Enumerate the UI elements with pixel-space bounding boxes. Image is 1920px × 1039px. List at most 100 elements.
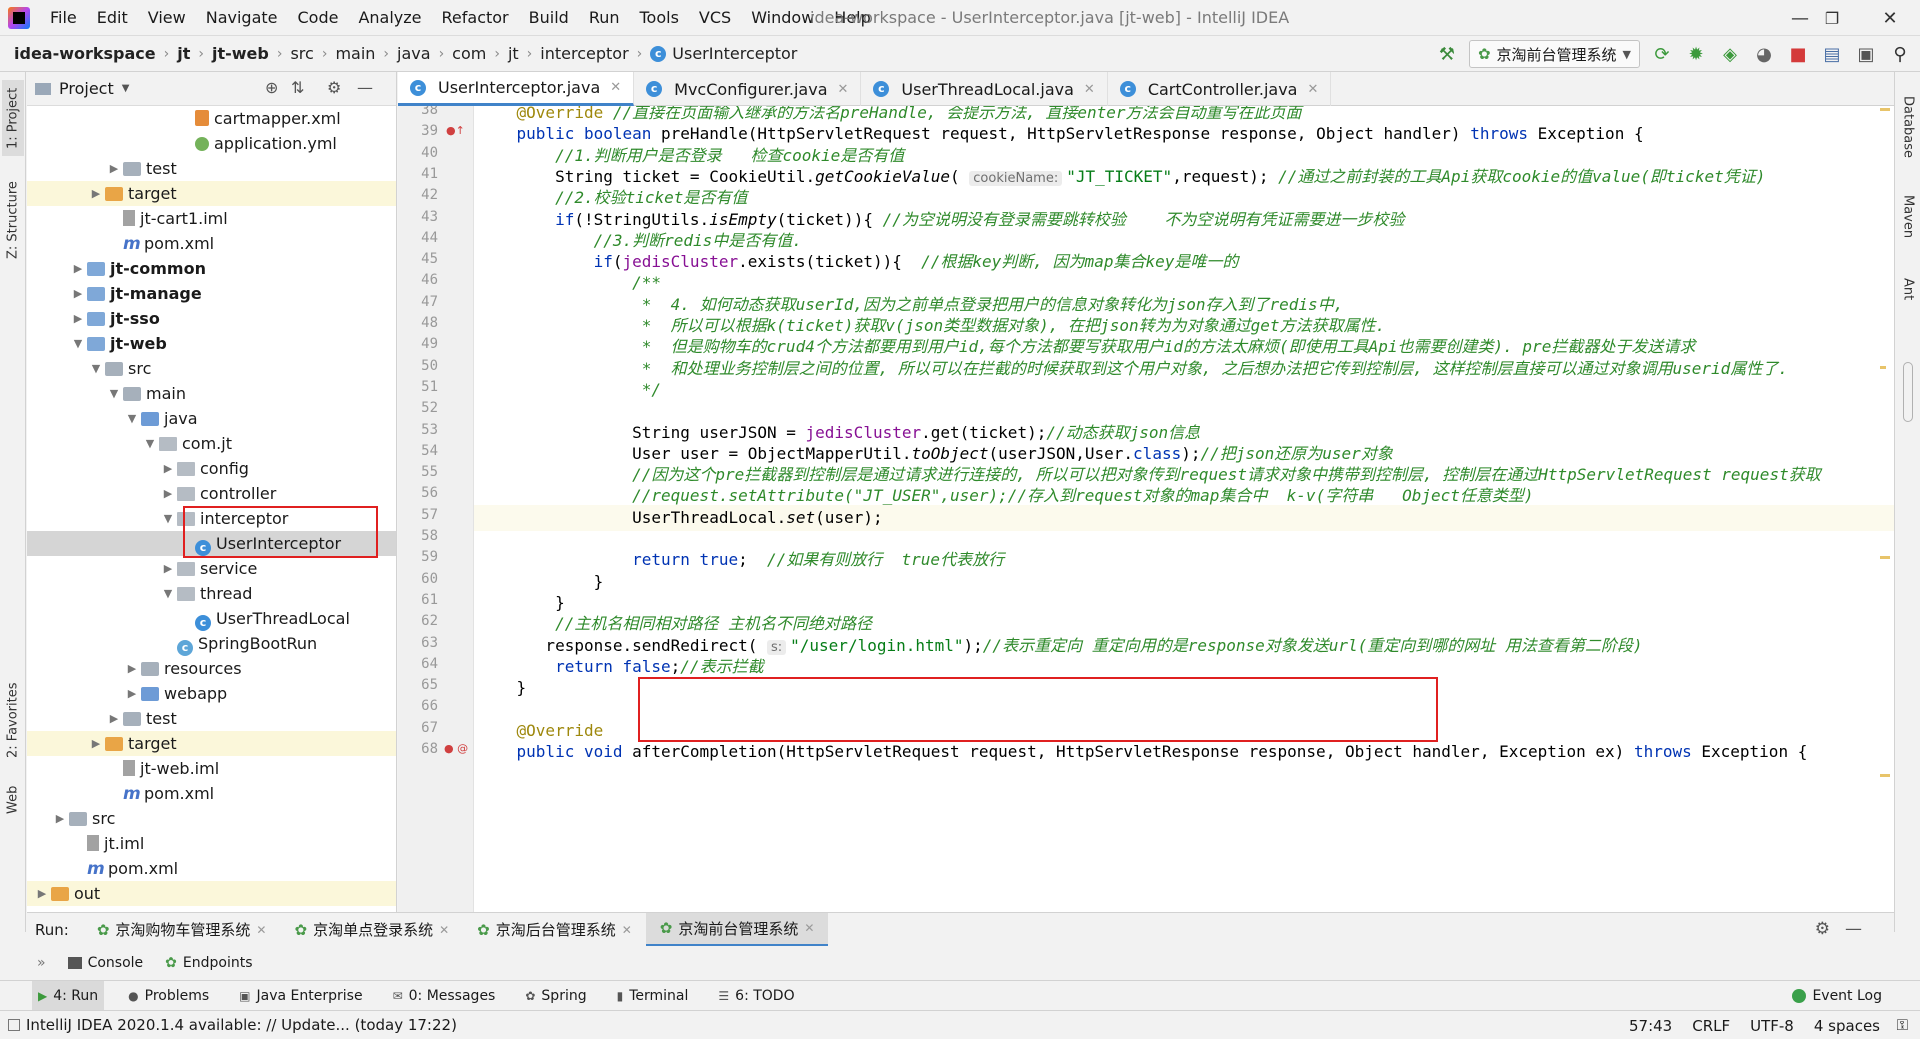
collapsed-arrow-icon[interactable]: ▶ xyxy=(89,731,103,756)
override-marker-icon[interactable]: ●↑ xyxy=(446,124,465,137)
editor-tab[interactable]: c CartController.java ✕ xyxy=(1108,72,1332,106)
tree-item[interactable]: ▶ out xyxy=(27,881,396,906)
code-line[interactable]: UserThreadLocal.set(user); xyxy=(478,505,882,531)
menu-file[interactable]: File xyxy=(40,0,87,36)
breadcrumb-item[interactable]: main xyxy=(335,44,375,63)
collapsed-arrow-icon[interactable]: ▶ xyxy=(125,681,139,706)
tree-item[interactable]: ▶ target xyxy=(27,731,396,756)
expanded-arrow-icon[interactable]: ▼ xyxy=(71,331,85,356)
tool-window-button[interactable]: ▮ Terminal xyxy=(611,981,695,1011)
project-view-select[interactable]: Project xyxy=(59,79,114,98)
breadcrumb-item[interactable]: java xyxy=(397,44,431,63)
run-tab[interactable]: ✿ 京淘购物车管理系统 ✕ xyxy=(83,913,281,947)
expanded-arrow-icon[interactable]: ▼ xyxy=(161,581,175,606)
collapsed-arrow-icon[interactable]: ▶ xyxy=(107,706,121,731)
run-tab[interactable]: ✿ 京淘前台管理系统 ✕ xyxy=(645,912,829,947)
build-hammer-icon[interactable]: ⚒ xyxy=(1435,42,1459,66)
code-line[interactable]: */ xyxy=(478,377,661,403)
console-tab[interactable]: Console xyxy=(67,955,143,971)
tool-window-button[interactable]: ✿ Spring xyxy=(519,981,592,1011)
breadcrumb-item[interactable]: jt xyxy=(508,44,519,63)
editor-tab[interactable]: c UserThreadLocal.java ✕ xyxy=(861,72,1108,106)
gear-icon[interactable]: ⚙ xyxy=(327,78,341,97)
close-tab-icon[interactable]: ✕ xyxy=(622,923,632,937)
web-tool-tab[interactable]: Web xyxy=(2,772,24,828)
collapse-all-icon[interactable]: ⇅ xyxy=(291,78,304,97)
close-tab-icon[interactable]: ✕ xyxy=(256,923,266,937)
restore-icon[interactable]: ❐ xyxy=(1802,0,1862,36)
breadcrumb-item[interactable]: interceptor xyxy=(540,44,628,63)
tree-item[interactable]: ▶ webapp xyxy=(27,681,396,706)
tree-item[interactable]: jt-web.iml xyxy=(27,756,396,781)
close-tab-icon[interactable]: ✕ xyxy=(804,921,814,935)
tree-item[interactable]: m pom.xml xyxy=(27,856,396,881)
collapsed-arrow-icon[interactable]: ▶ xyxy=(161,556,175,581)
tool-window-button[interactable]: ▣ Java Enterprise xyxy=(233,981,368,1011)
tree-item[interactable]: ▶ service xyxy=(27,556,396,581)
tree-item[interactable]: application.yml xyxy=(27,131,396,156)
database-tool-tab[interactable]: Database xyxy=(1897,86,1919,168)
collapsed-arrow-icon[interactable]: ▶ xyxy=(71,256,85,281)
coverage-icon[interactable]: ◈ xyxy=(1718,42,1742,66)
collapsed-arrow-icon[interactable]: ▶ xyxy=(71,281,85,306)
close-tab-icon[interactable]: ✕ xyxy=(1307,82,1318,97)
tree-item[interactable]: ▶ test xyxy=(27,706,396,731)
tree-item[interactable]: ▶ resources xyxy=(27,656,396,681)
breadcrumb-item[interactable]: src xyxy=(290,44,313,63)
maven-tool-tab[interactable]: Maven xyxy=(1897,184,1919,250)
tree-item[interactable]: ▼ main xyxy=(27,381,396,406)
run-tab[interactable]: ✿ 京淘后台管理系统 ✕ xyxy=(463,913,646,947)
favorites-tool-tab[interactable]: 2: Favorites xyxy=(2,672,24,768)
tree-item[interactable]: cartmapper.xml xyxy=(27,106,396,131)
run-configuration-select[interactable]: ✿ 京淘前台管理系统 ▼ xyxy=(1468,40,1640,68)
run-tab[interactable]: ✿ 京淘单点登录系统 ✕ xyxy=(280,913,463,947)
editor-tab[interactable]: c MvcConfigurer.java ✕ xyxy=(634,72,862,106)
close-tab-icon[interactable]: ✕ xyxy=(610,80,621,95)
tree-item[interactable]: ▶ src xyxy=(27,806,396,831)
tree-item[interactable]: ▼ com.jt xyxy=(27,431,396,456)
tree-item[interactable]: ▶ config xyxy=(27,456,396,481)
tree-item[interactable]: jt.iml xyxy=(27,831,396,856)
tree-item[interactable]: ▶ controller xyxy=(27,481,396,506)
stop-icon[interactable]: ■ xyxy=(1786,42,1810,66)
close-tab-icon[interactable]: ✕ xyxy=(838,82,849,97)
structure-tool-tab[interactable]: Z: Structure xyxy=(2,168,24,272)
layout-icon[interactable]: ▣ xyxy=(1854,42,1878,66)
collapsed-arrow-icon[interactable]: ▶ xyxy=(125,656,139,681)
tree-item[interactable]: ▼ jt-web xyxy=(27,331,396,356)
tree-item[interactable]: jt-cart1.iml xyxy=(27,206,396,231)
menu-analyze[interactable]: Analyze xyxy=(348,0,431,36)
lock-icon[interactable]: ⚿ xyxy=(1897,1016,1908,1034)
tool-window-button[interactable]: ✉ 0: Messages xyxy=(387,981,502,1011)
project-structure-icon[interactable]: ▤ xyxy=(1820,42,1844,66)
menu-code[interactable]: Code xyxy=(288,0,349,36)
expanded-arrow-icon[interactable]: ▼ xyxy=(89,356,103,381)
collapsed-arrow-icon[interactable]: ▶ xyxy=(35,881,49,906)
ant-tool-tab[interactable]: Ant xyxy=(1897,268,1919,310)
expand-icon[interactable]: » xyxy=(37,955,46,971)
tool-window-button[interactable]: ● Problems xyxy=(122,981,215,1011)
expanded-arrow-icon[interactable]: ▼ xyxy=(107,381,121,406)
collapsed-arrow-icon[interactable]: ▶ xyxy=(161,456,175,481)
menu-build[interactable]: Build xyxy=(519,0,579,36)
tree-item[interactable]: m pom.xml xyxy=(27,231,396,256)
code-line[interactable]: public void afterCompletion(HttpServletR… xyxy=(478,739,1808,765)
close-tab-icon[interactable]: ✕ xyxy=(1084,82,1095,97)
tree-item[interactable]: c SpringBootRun xyxy=(27,631,396,656)
tree-item[interactable]: ▶ test xyxy=(27,156,396,181)
debug-icon[interactable]: ✹ xyxy=(1684,42,1708,66)
line-separator[interactable]: CRLF xyxy=(1692,1017,1730,1035)
expanded-arrow-icon[interactable]: ▼ xyxy=(125,406,139,431)
breadcrumb-item[interactable]: UserInterceptor xyxy=(672,44,797,63)
tree-item[interactable]: c UserThreadLocal xyxy=(27,606,396,631)
profile-icon[interactable]: ◕ xyxy=(1752,42,1776,66)
code-line[interactable]: } xyxy=(478,675,527,701)
tool-window-button[interactable]: ☰ 6: TODO xyxy=(712,981,800,1011)
tree-item[interactable]: ▼ java xyxy=(27,406,396,431)
indent-setting[interactable]: 4 spaces xyxy=(1814,1017,1880,1035)
breadcrumb-item[interactable]: jt-web xyxy=(212,44,269,63)
menu-vcs[interactable]: VCS xyxy=(689,0,741,36)
search-icon[interactable]: ⚲ xyxy=(1888,42,1912,66)
expanded-arrow-icon[interactable]: ▼ xyxy=(161,506,175,531)
project-tool-tab[interactable]: 1: Project xyxy=(2,80,24,156)
